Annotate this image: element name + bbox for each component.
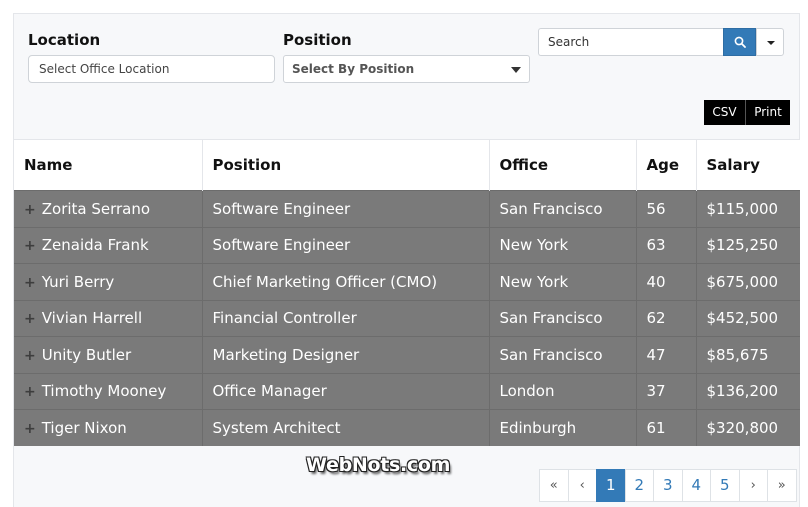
webnots-watermark: WebNots.com	[306, 454, 451, 476]
chevron-down-icon	[511, 67, 521, 73]
position-select-value: Select By Position	[292, 62, 415, 76]
next-page-button[interactable]: ›	[738, 469, 768, 502]
cell-age: 56	[636, 190, 697, 227]
cell-name: + Yuri Berry	[14, 263, 203, 300]
name-text: Yuri Berry	[41, 272, 115, 291]
cell-position: Financial Controller	[202, 299, 490, 337]
last-page-button[interactable]: »	[767, 469, 797, 502]
cell-office: San Francisco	[489, 190, 637, 227]
cell-age: 37	[636, 372, 697, 410]
cell-name: + Zorita Serrano	[14, 190, 203, 227]
table-row[interactable]: + Vivian Harrell Financial Controller San…	[14, 299, 800, 337]
name-text: Tiger Nixon	[41, 419, 127, 437]
page-button-2[interactable]: 2	[624, 469, 654, 502]
cell-name: + Tiger Nixon	[14, 409, 203, 446]
cell-office: New York	[489, 263, 637, 300]
print-button[interactable]: Print	[746, 100, 790, 125]
page-button-4[interactable]: 4	[681, 469, 711, 502]
cell-position: Software Engineer	[202, 190, 490, 227]
column-header-name[interactable]: Name	[14, 139, 203, 191]
cell-age: 62	[636, 299, 697, 337]
cell-salary: $675,000	[696, 263, 800, 300]
name-text: Unity Butler	[41, 345, 132, 364]
table-header-row: Name Position Office Age Salary	[14, 139, 800, 191]
csv-button[interactable]: CSV	[704, 100, 746, 125]
cell-office: New York	[489, 226, 637, 264]
search-button[interactable]	[723, 28, 756, 56]
cell-name: + Zenaida Frank	[14, 226, 203, 264]
cell-office: London	[489, 372, 637, 410]
search-input[interactable]: Search	[538, 28, 723, 56]
cell-salary: $115,000	[696, 190, 800, 227]
previous-page-button[interactable]: ‹	[567, 469, 597, 502]
name-text: Timothy Mooney	[41, 382, 167, 401]
table-row[interactable]: + Timothy Mooney Office Manager London 37…	[14, 372, 800, 410]
cell-age: 40	[636, 263, 697, 300]
cell-age: 63	[636, 226, 697, 264]
search-options-button[interactable]	[756, 28, 784, 56]
plus-icon[interactable]: +	[24, 421, 36, 437]
datatable-container: Location Select Office Location Position…	[13, 13, 800, 507]
cell-age: 61	[636, 409, 697, 446]
page-button-1[interactable]: 1	[596, 469, 626, 502]
plus-icon[interactable]: +	[24, 275, 36, 291]
cell-salary: $136,200	[696, 372, 800, 410]
table-row[interactable]: + Yuri Berry Chief Marketing Officer (CMO…	[14, 263, 800, 300]
table-row[interactable]: + Tiger Nixon System Architect Edinburgh …	[14, 409, 800, 446]
table-row[interactable]: + Zenaida Frank Software Engineer New Yor…	[14, 226, 800, 264]
data-table: Name Position Office Age Salary + Zorita …	[14, 139, 800, 446]
column-header-position[interactable]: Position	[202, 139, 490, 191]
name-text: Zenaida Frank	[41, 236, 149, 255]
table-row[interactable]: + Zorita Serrano Software Engineer San Fr…	[14, 190, 800, 227]
location-label: Location	[28, 31, 101, 49]
cell-salary: $452,500	[696, 299, 800, 337]
cell-name: + Timothy Mooney	[14, 372, 203, 410]
plus-icon[interactable]: +	[24, 384, 36, 400]
first-page-button[interactable]: «	[539, 469, 569, 502]
cell-position: Software Engineer	[202, 226, 490, 264]
table-row[interactable]: + Unity Butler Marketing Designer San Fra…	[14, 336, 800, 373]
page-button-5[interactable]: 5	[710, 469, 740, 502]
cell-office: San Francisco	[489, 336, 637, 373]
plus-icon[interactable]: +	[24, 238, 36, 254]
cell-name: + Unity Butler	[14, 336, 203, 373]
column-header-salary[interactable]: Salary	[696, 139, 800, 191]
column-header-age[interactable]: Age	[636, 139, 697, 191]
cell-position: Marketing Designer	[202, 336, 490, 373]
pagination: « ‹ 1 2 3 4 5 › »	[539, 469, 797, 502]
name-text: Zorita Serrano	[41, 199, 151, 218]
chevron-down-icon	[767, 41, 775, 45]
plus-icon[interactable]: +	[24, 202, 36, 218]
cell-name: + Vivian Harrell	[14, 299, 203, 337]
search-icon	[734, 36, 746, 48]
cell-office: San Francisco	[489, 299, 637, 337]
location-input[interactable]: Select Office Location	[28, 55, 275, 83]
cell-salary: $320,800	[696, 409, 800, 446]
cell-position: Chief Marketing Officer (CMO)	[202, 263, 490, 300]
cell-salary: $125,250	[696, 226, 800, 264]
cell-position: Office Manager	[202, 372, 490, 410]
plus-icon[interactable]: +	[24, 348, 36, 364]
column-header-office[interactable]: Office	[489, 139, 637, 191]
position-select[interactable]: Select By Position	[283, 55, 530, 83]
page-button-3[interactable]: 3	[653, 469, 683, 502]
cell-office: Edinburgh	[489, 409, 637, 446]
name-text: Vivian Harrell	[41, 309, 143, 328]
cell-salary: $85,675	[696, 336, 800, 373]
plus-icon[interactable]: +	[24, 311, 36, 327]
position-label: Position	[283, 31, 352, 49]
cell-position: System Architect	[202, 409, 490, 446]
cell-age: 47	[636, 336, 697, 373]
